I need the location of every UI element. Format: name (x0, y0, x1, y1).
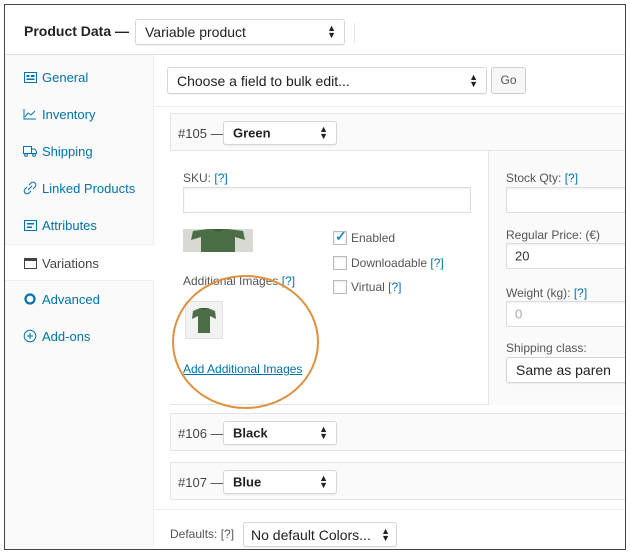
default-colors-select[interactable]: No default Colors... ▲ ▼ (243, 522, 397, 547)
regular-price-label: Regular Price: (€) (506, 228, 601, 242)
variation-attribute-select[interactable]: Green ▲ ▼ (223, 121, 337, 145)
gear-icon (23, 292, 37, 306)
virtual-help-icon[interactable]: [?] (388, 280, 401, 294)
regular-price-input[interactable]: 20 (506, 243, 625, 269)
virtual-label: Virtual [?] (351, 280, 402, 294)
enabled-label: Enabled (351, 231, 396, 245)
sku-input[interactable] (183, 187, 471, 213)
weight-input[interactable]: 0 (506, 301, 625, 327)
downloadable-checkbox[interactable] (333, 256, 347, 270)
variation-image[interactable] (183, 229, 253, 252)
grid-icon (23, 70, 37, 84)
additional-images-label: Additional Images [?] (183, 274, 296, 288)
variations-panel: Choose a field to bulk edit... ▲ ▼ Go #10… (154, 55, 625, 549)
variation-number: #107 — (178, 475, 224, 490)
product-data-metabox: Product Data — Variable product ▲ ▼ Gener… (4, 4, 626, 550)
select-arrows-icon: ▲ ▼ (319, 424, 328, 441)
select-arrows-icon: ▲ ▼ (327, 23, 336, 40)
shipping-class-select[interactable]: Same as paren (506, 357, 625, 383)
tab-shipping-label: Shipping (42, 144, 93, 159)
tab-advanced[interactable]: Advanced (5, 281, 154, 318)
additional-images-help-icon[interactable]: [?] (282, 274, 295, 288)
select-arrows-icon: ▲ ▼ (469, 71, 478, 89)
default-colors-value: No default Colors... (251, 526, 371, 543)
header-divider (354, 23, 355, 43)
product-type-value: Variable product (145, 24, 246, 40)
stock-qty-label: Stock Qty: [?] (506, 171, 579, 185)
product-type-select[interactable]: Variable product ▲ ▼ (135, 19, 345, 45)
defaults-help-icon[interactable]: [?] (221, 527, 234, 541)
truck-icon (23, 144, 37, 158)
sku-help-icon[interactable]: [?] (214, 171, 227, 185)
product-data-tabs: General Inventory Shipping Linked Produc… (5, 55, 155, 549)
bulk-edit-select[interactable]: Choose a field to bulk edit... ▲ ▼ (167, 67, 487, 94)
tab-general[interactable]: General (5, 59, 154, 96)
sku-label: SKU: [?] (183, 171, 228, 185)
metabox-title: Product Data — (24, 23, 130, 39)
tab-linked-products-label: Linked Products (42, 181, 136, 196)
defaults-label: Defaults: [?] (170, 527, 235, 541)
tab-variations-label: Variations (42, 256, 99, 271)
select-arrows-icon: ▲ ▼ (381, 525, 390, 543)
link-icon (23, 181, 37, 195)
variation-number: #105 — (178, 126, 224, 141)
variation-row-105[interactable]: #105 — Green ▲ ▼ (170, 113, 625, 151)
tab-add-ons[interactable]: Add-ons (5, 318, 154, 355)
tab-linked-products[interactable]: Linked Products (5, 170, 154, 207)
variation-pricing-column: Stock Qty: [?] Regular Price: (€) 20 Wei… (488, 151, 625, 405)
tab-general-label: General (42, 70, 89, 85)
variation-attribute-select[interactable]: Blue ▲ ▼ (223, 470, 337, 494)
chart-icon (23, 107, 37, 121)
variation-attribute-select[interactable]: Black ▲ ▼ (223, 421, 337, 445)
stock-qty-help-icon[interactable]: [?] (565, 171, 578, 185)
variation-number: #106 — (178, 426, 224, 441)
downloadable-label: Downloadable [?] (351, 256, 444, 270)
tab-inventory-label: Inventory (42, 107, 96, 122)
additional-image-thumbnail[interactable] (185, 301, 223, 339)
list-icon (23, 218, 37, 232)
tab-shipping[interactable]: Shipping (5, 133, 154, 170)
weight-label: Weight (kg): [?] (506, 286, 588, 300)
variation-attribute-value: Black (233, 425, 268, 441)
tab-variations[interactable]: Variations (5, 244, 155, 281)
virtual-checkbox[interactable] (333, 280, 347, 294)
variation-row-106[interactable]: #106 — Black ▲ ▼ (170, 413, 625, 451)
enabled-checkbox[interactable]: ✓ (333, 228, 347, 245)
variation-105-details: SKU: [?] ✓ Enabled Downloadable [?] Virt… (170, 151, 625, 405)
default-variation-bar: Defaults: [?] No default Colors... ▲ ▼ (154, 509, 625, 549)
tab-attributes[interactable]: Attributes (5, 207, 154, 244)
variation-attribute-value: Green (233, 125, 271, 141)
tab-advanced-label: Advanced (42, 292, 100, 307)
downloadable-help-icon[interactable]: [?] (430, 256, 443, 270)
window-icon (23, 256, 37, 270)
stock-qty-input[interactable] (506, 187, 625, 213)
variation-attribute-value: Blue (233, 474, 262, 490)
variation-row-107[interactable]: #107 — Blue ▲ ▼ (170, 462, 625, 500)
select-arrows-icon: ▲ ▼ (319, 473, 328, 490)
tab-attributes-label: Attributes (42, 218, 97, 233)
go-button[interactable]: Go (491, 67, 526, 94)
bulk-edit-toolbar: Choose a field to bulk edit... ▲ ▼ Go (154, 55, 625, 107)
select-arrows-icon: ▲ ▼ (319, 124, 328, 141)
add-additional-images-link[interactable]: Add Additional Images (183, 362, 302, 376)
bulk-edit-value: Choose a field to bulk edit... (177, 72, 350, 89)
metabox-header: Product Data — Variable product ▲ ▼ (5, 5, 625, 55)
shipping-class-label: Shipping class: (506, 341, 587, 355)
tab-add-ons-label: Add-ons (42, 329, 91, 344)
shipping-class-value: Same as paren (516, 362, 611, 378)
tab-inventory[interactable]: Inventory (5, 96, 154, 133)
plus-circle-icon (23, 329, 37, 343)
weight-help-icon[interactable]: [?] (574, 286, 587, 300)
checkmark-icon: ✓ (335, 228, 347, 244)
